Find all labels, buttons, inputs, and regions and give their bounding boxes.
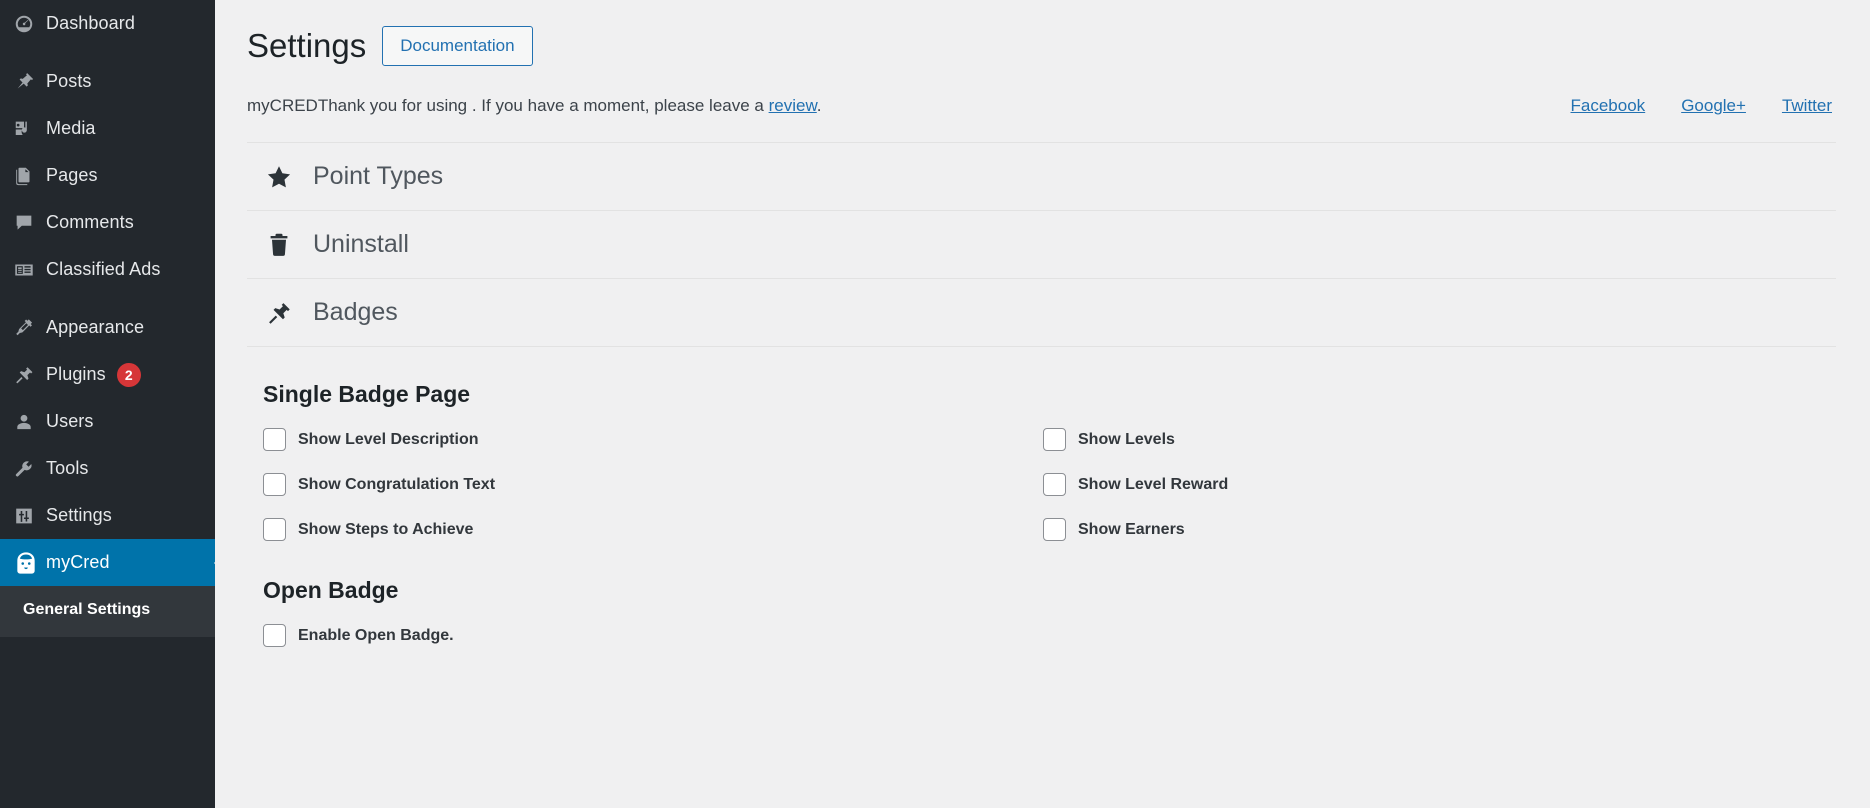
sidebar-item-label: Users xyxy=(46,411,94,432)
checkbox-show-levels[interactable] xyxy=(1043,428,1066,451)
pages-icon xyxy=(13,165,46,187)
thank-you-text: myCREDThank you for using . If you have … xyxy=(247,96,822,116)
settings-group-open-badge: Open Badge Enable Open Badge. xyxy=(247,577,1836,647)
menu-separator xyxy=(0,293,215,304)
admin-sidebar: Dashboard Posts Media Pages Comments Classifi… xyxy=(0,0,215,808)
checkbox-label: Show Steps to Achieve xyxy=(298,521,473,539)
subtitle-row: myCREDThank you for using . If you have … xyxy=(247,96,1836,116)
settings-sections: Point Types Uninstall Badges xyxy=(247,142,1836,347)
sidebar-item-label: myCred xyxy=(46,552,110,573)
sidebar-item-users[interactable]: Users xyxy=(0,398,215,445)
sidebar-item-plugins[interactable]: Plugins 2 xyxy=(0,351,215,398)
sidebar-item-label: Appearance xyxy=(46,317,144,338)
checkbox-show-level-description[interactable] xyxy=(263,428,286,451)
sidebar-menu: Dashboard Posts Media Pages Comments Classifi… xyxy=(0,0,215,586)
sidebar-item-label: Dashboard xyxy=(46,13,135,34)
submenu-item-general-settings[interactable]: General Settings xyxy=(0,595,215,625)
main-content: Settings Documentation myCREDThank you f… xyxy=(215,0,1870,808)
checkbox-row[interactable]: Show Level Description xyxy=(263,428,1043,451)
user-icon xyxy=(13,411,46,433)
social-links: Facebook Google+ Twitter xyxy=(1571,96,1832,116)
twitter-link[interactable]: Twitter xyxy=(1782,96,1832,116)
sidebar-item-label: Plugins xyxy=(46,364,106,385)
checkbox-row[interactable]: Show Earners xyxy=(1043,518,1836,541)
sidebar-item-dashboard[interactable]: Dashboard xyxy=(0,0,215,47)
plug-icon xyxy=(265,299,313,327)
mycred-face-icon xyxy=(13,550,46,576)
sidebar-item-label: Pages xyxy=(46,165,98,186)
pin-icon xyxy=(13,71,46,93)
google-plus-link[interactable]: Google+ xyxy=(1681,96,1746,116)
trash-icon xyxy=(265,231,313,259)
sidebar-item-settings[interactable]: Settings xyxy=(0,492,215,539)
section-row-point-types[interactable]: Point Types xyxy=(247,143,1836,211)
sidebar-item-label: Tools xyxy=(46,458,89,479)
review-link[interactable]: review xyxy=(769,96,817,115)
page-title: Settings xyxy=(247,26,366,66)
checkbox-row[interactable]: Enable Open Badge. xyxy=(263,624,1043,647)
group-title: Open Badge xyxy=(263,577,1836,604)
section-label: Uninstall xyxy=(313,230,409,259)
checkbox-label: Show Levels xyxy=(1078,431,1175,449)
star-icon xyxy=(265,163,313,191)
section-label: Point Types xyxy=(313,162,443,191)
sidebar-item-media[interactable]: Media xyxy=(0,105,215,152)
settings-group-single-badge-page: Single Badge PageShow Level DescriptionS… xyxy=(247,381,1836,541)
section-label: Badges xyxy=(313,298,398,327)
checkbox-enable-open-badge[interactable] xyxy=(263,624,286,647)
checkbox-label: Show Level Description xyxy=(298,431,478,449)
checkbox-label: Show Level Reward xyxy=(1078,476,1228,494)
sidebar-item-label: Media xyxy=(46,118,96,139)
settings-groups: Single Badge PageShow Level DescriptionS… xyxy=(247,381,1836,647)
checkbox-show-steps-to-achieve[interactable] xyxy=(263,518,286,541)
plug-icon xyxy=(13,364,46,386)
admin-screen: Dashboard Posts Media Pages Comments Classifi… xyxy=(0,0,1870,808)
documentation-button[interactable]: Documentation xyxy=(382,26,532,66)
checkbox-row[interactable]: Show Level Reward xyxy=(1043,473,1836,496)
update-count-badge: 2 xyxy=(117,363,141,387)
sidebar-item-comments[interactable]: Comments xyxy=(0,199,215,246)
sidebar-item-tools[interactable]: Tools xyxy=(0,445,215,492)
sidebar-item-label: Posts xyxy=(46,71,92,92)
sidebar-item-appearance[interactable]: Appearance xyxy=(0,304,215,351)
facebook-link[interactable]: Facebook xyxy=(1571,96,1646,116)
checkbox-grid: Show Level Description Show Levels Show Co… xyxy=(263,428,1836,541)
section-row-uninstall[interactable]: Uninstall xyxy=(247,211,1836,279)
sliders-icon xyxy=(13,505,46,527)
checkbox-row[interactable]: Show Levels xyxy=(1043,428,1836,451)
checkbox-show-congratulation-text[interactable] xyxy=(263,473,286,496)
checkbox-row[interactable]: Show Steps to Achieve xyxy=(263,518,1043,541)
comment-icon xyxy=(13,212,46,234)
sidebar-item-classified-ads[interactable]: Classified Ads xyxy=(0,246,215,293)
checkbox-row[interactable]: Show Congratulation Text xyxy=(263,473,1043,496)
newspaper-icon xyxy=(13,259,46,281)
checkbox-show-earners[interactable] xyxy=(1043,518,1066,541)
page-header: Settings Documentation xyxy=(247,18,1836,66)
section-row-badges[interactable]: Badges xyxy=(247,279,1836,347)
wrench-icon xyxy=(13,458,46,480)
sidebar-item-mycred[interactable]: myCred xyxy=(0,539,215,586)
sidebar-item-pages[interactable]: Pages xyxy=(0,152,215,199)
sidebar-item-label: Comments xyxy=(46,212,134,233)
paintbrush-icon xyxy=(13,317,46,339)
sidebar-item-label: Settings xyxy=(46,505,112,526)
checkbox-show-level-reward[interactable] xyxy=(1043,473,1066,496)
thank-you-prefix: myCREDThank you for using . If you have … xyxy=(247,96,769,115)
media-icon xyxy=(13,118,46,140)
sidebar-item-label: Classified Ads xyxy=(46,259,160,280)
dashboard-icon xyxy=(13,13,46,35)
sidebar-submenu: General Settings xyxy=(0,586,215,637)
checkbox-label: Show Congratulation Text xyxy=(298,476,495,494)
group-title: Single Badge Page xyxy=(263,381,1836,408)
checkbox-label: Enable Open Badge. xyxy=(298,627,454,645)
menu-separator xyxy=(0,47,215,58)
sidebar-item-posts[interactable]: Posts xyxy=(0,58,215,105)
thank-you-suffix: . xyxy=(817,96,822,115)
checkbox-label: Show Earners xyxy=(1078,521,1185,539)
checkbox-grid: Enable Open Badge. xyxy=(263,624,1836,647)
